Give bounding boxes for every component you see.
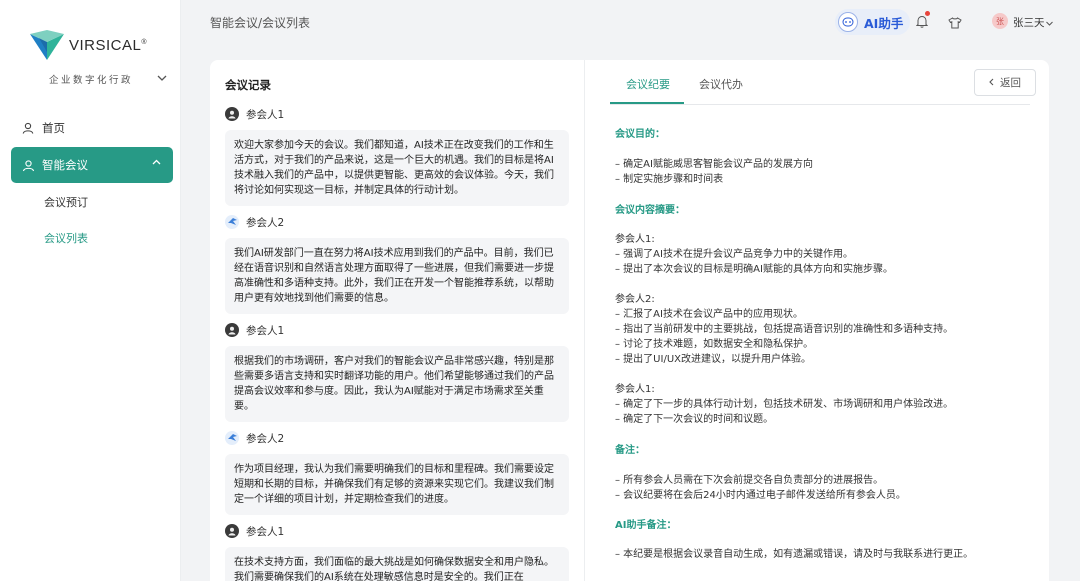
back-button[interactable]: 返回 (974, 69, 1036, 96)
ai-orb-icon (838, 12, 858, 32)
bird-avatar-icon (225, 431, 239, 445)
tab-minutes[interactable]: 会议纪要 (626, 76, 670, 92)
user-menu[interactable]: 张三天 (1013, 15, 1053, 30)
bird-avatar-icon (225, 215, 239, 229)
ai-assistant-button[interactable]: AI助手 (835, 9, 910, 35)
top-header: 智能会议/会议列表 AI助手 张 张三天 (181, 0, 1080, 44)
nav-item-meeting-list[interactable]: 会议列表 (44, 230, 88, 246)
org-name: 企业数字化行政 (49, 75, 134, 86)
theme-shirt-icon[interactable] (948, 14, 962, 33)
minutes-line: – 本纪要是根据会议录音自动生成，如有遗漏或错误，请及时与我联系进行更正。 (615, 549, 974, 560)
minutes-line: – 确定了下一次会议的时间和议题。 (615, 414, 774, 425)
minutes-line: – 讨论了技术难题，如数据安全和隐私保护。 (615, 339, 814, 350)
section-title: AI助手备注： (615, 520, 677, 531)
minutes-line: – 所有参会人员需在下次会前提交各自负责部分的进展报告。 (615, 475, 884, 486)
minutes-line: 参会人2: (615, 294, 655, 305)
meeting-icon (22, 159, 35, 171)
user-name: 张三天 (1013, 17, 1045, 29)
logo-mark-icon (30, 30, 64, 60)
minutes-line: – 确定了下一步的具体行动计划，包括技术研发、市场调研和用户体验改进。 (615, 399, 954, 410)
message-text: 我们AI研发部门一直在努力将AI技术应用到我们的产品中。目前，我们已经在语音识别… (225, 238, 569, 314)
nav-home-label: 首页 (42, 121, 65, 135)
minutes-line: – 汇报了AI技术在会议产品中的应用现状。 (615, 309, 803, 320)
tab-todo[interactable]: 会议代办 (699, 76, 743, 92)
minutes-line: – 提出了本次会议的目标是明确AI赋能的具体方向和实施步骤。 (615, 264, 893, 275)
section-title: 会议目的： (615, 129, 665, 140)
message-text: 欢迎大家参加今天的会议。我们都知道，AI技术正在改变我们的工作和生活方式，对于我… (225, 130, 569, 206)
message: 参会人2 作为项目经理，我认为我们需要明确我们的目标和里程碑。我们需要设定短期和… (225, 430, 569, 515)
nav-item-smart-meeting[interactable]: 智能会议 (11, 147, 173, 183)
message-text: 根据我们的市场调研，客户对我们的智能会议产品非常感兴趣，特别是那些需要多语言支持… (225, 346, 569, 422)
sidebar: VIRSICAL® 企业数字化行政 首页 智能会议 会议预订 会议列表 (0, 0, 181, 581)
brand-reg: ® (141, 38, 148, 46)
speaker-name: 参会人2 (246, 216, 285, 229)
minutes-line: – 指出了当前研发中的主要挑战，包括提高语音识别的准确性和多语种支持。 (615, 324, 954, 335)
chevron-down-icon (157, 74, 167, 85)
brand-logo[interactable]: VIRSICAL® (30, 30, 147, 60)
section-title: 会议内容摘要： (615, 205, 685, 216)
brand-name: VIRSICAL (69, 36, 142, 54)
record-title: 会议记录 (225, 78, 271, 92)
nav-meeting-label: 智能会议 (42, 158, 88, 172)
message-text: 作为项目经理，我认为我们需要明确我们的目标和里程碑。我们需要设定短期和长期的目标… (225, 454, 569, 515)
notification-bell-icon[interactable] (915, 11, 930, 32)
back-label: 返回 (1000, 77, 1021, 89)
meeting-minutes-panel: 会议纪要 会议代办 返回 会议目的： – 确定AI赋能威思客智能会议产品的发展方… (584, 60, 1049, 581)
org-selector[interactable]: 企业数字化行政 (49, 72, 167, 86)
person-avatar-icon (225, 524, 239, 538)
message: 参会人2 我们AI研发部门一直在努力将AI技术应用到我们的产品中。目前，我们已经… (225, 214, 569, 314)
minutes-line: – 强调了AI技术在提升会议产品竞争力中的关键作用。 (615, 249, 853, 260)
minutes-line: 参会人1: (615, 384, 655, 395)
message-text: 在技术支持方面，我们面临的最大挑战是如何确保数据安全和用户隐私。我们需要确保我们… (225, 547, 569, 581)
user-icon (22, 122, 34, 134)
person-avatar-icon (225, 107, 239, 121)
active-tab-indicator (610, 102, 684, 104)
chevron-down-icon (1045, 21, 1053, 26)
minutes-line: – 提出了UI/UX改进建议，以提升用户体验。 (615, 354, 811, 365)
message: 参会人1 根据我们的市场调研，客户对我们的智能会议产品非常感兴趣，特别是那些需要… (225, 322, 569, 422)
minutes-line: – 制定实施步骤和时间表 (615, 174, 724, 185)
meeting-record-panel: 会议记录 参会人1 欢迎大家参加今天的会议。我们都知道，AI技术正在改变我们的工… (210, 60, 584, 581)
minutes-line: – 确定AI赋能威思客智能会议产品的发展方向 (615, 159, 813, 170)
section-title: 备注： (615, 445, 645, 456)
person-avatar-icon (225, 323, 239, 337)
chevron-up-icon (152, 157, 161, 168)
notification-dot (925, 11, 930, 16)
speaker-name: 参会人1 (246, 324, 285, 337)
tab-bar: 会议纪要 会议代办 (610, 60, 1030, 105)
ai-assistant-label: AI助手 (864, 15, 904, 31)
nav-item-meeting-booking[interactable]: 会议预订 (44, 194, 88, 210)
minutes-line: – 会议纪要将在会后24小时内通过电子邮件发送给所有参会人员。 (615, 490, 906, 501)
speaker-name: 参会人1 (246, 108, 285, 121)
message: 参会人1 欢迎大家参加今天的会议。我们都知道，AI技术正在改变我们的工作和生活方… (225, 106, 569, 206)
message: 参会人1 在技术支持方面，我们面临的最大挑战是如何确保数据安全和用户隐私。我们需… (225, 523, 569, 581)
speaker-name: 参会人1 (246, 525, 285, 538)
breadcrumb: 智能会议/会议列表 (210, 16, 311, 30)
avatar[interactable]: 张 (992, 13, 1008, 29)
chevron-left-icon (989, 77, 994, 89)
speaker-name: 参会人2 (246, 432, 285, 445)
minutes-line: 参会人1: (615, 234, 655, 245)
nav-item-home[interactable]: 首页 (22, 120, 65, 136)
